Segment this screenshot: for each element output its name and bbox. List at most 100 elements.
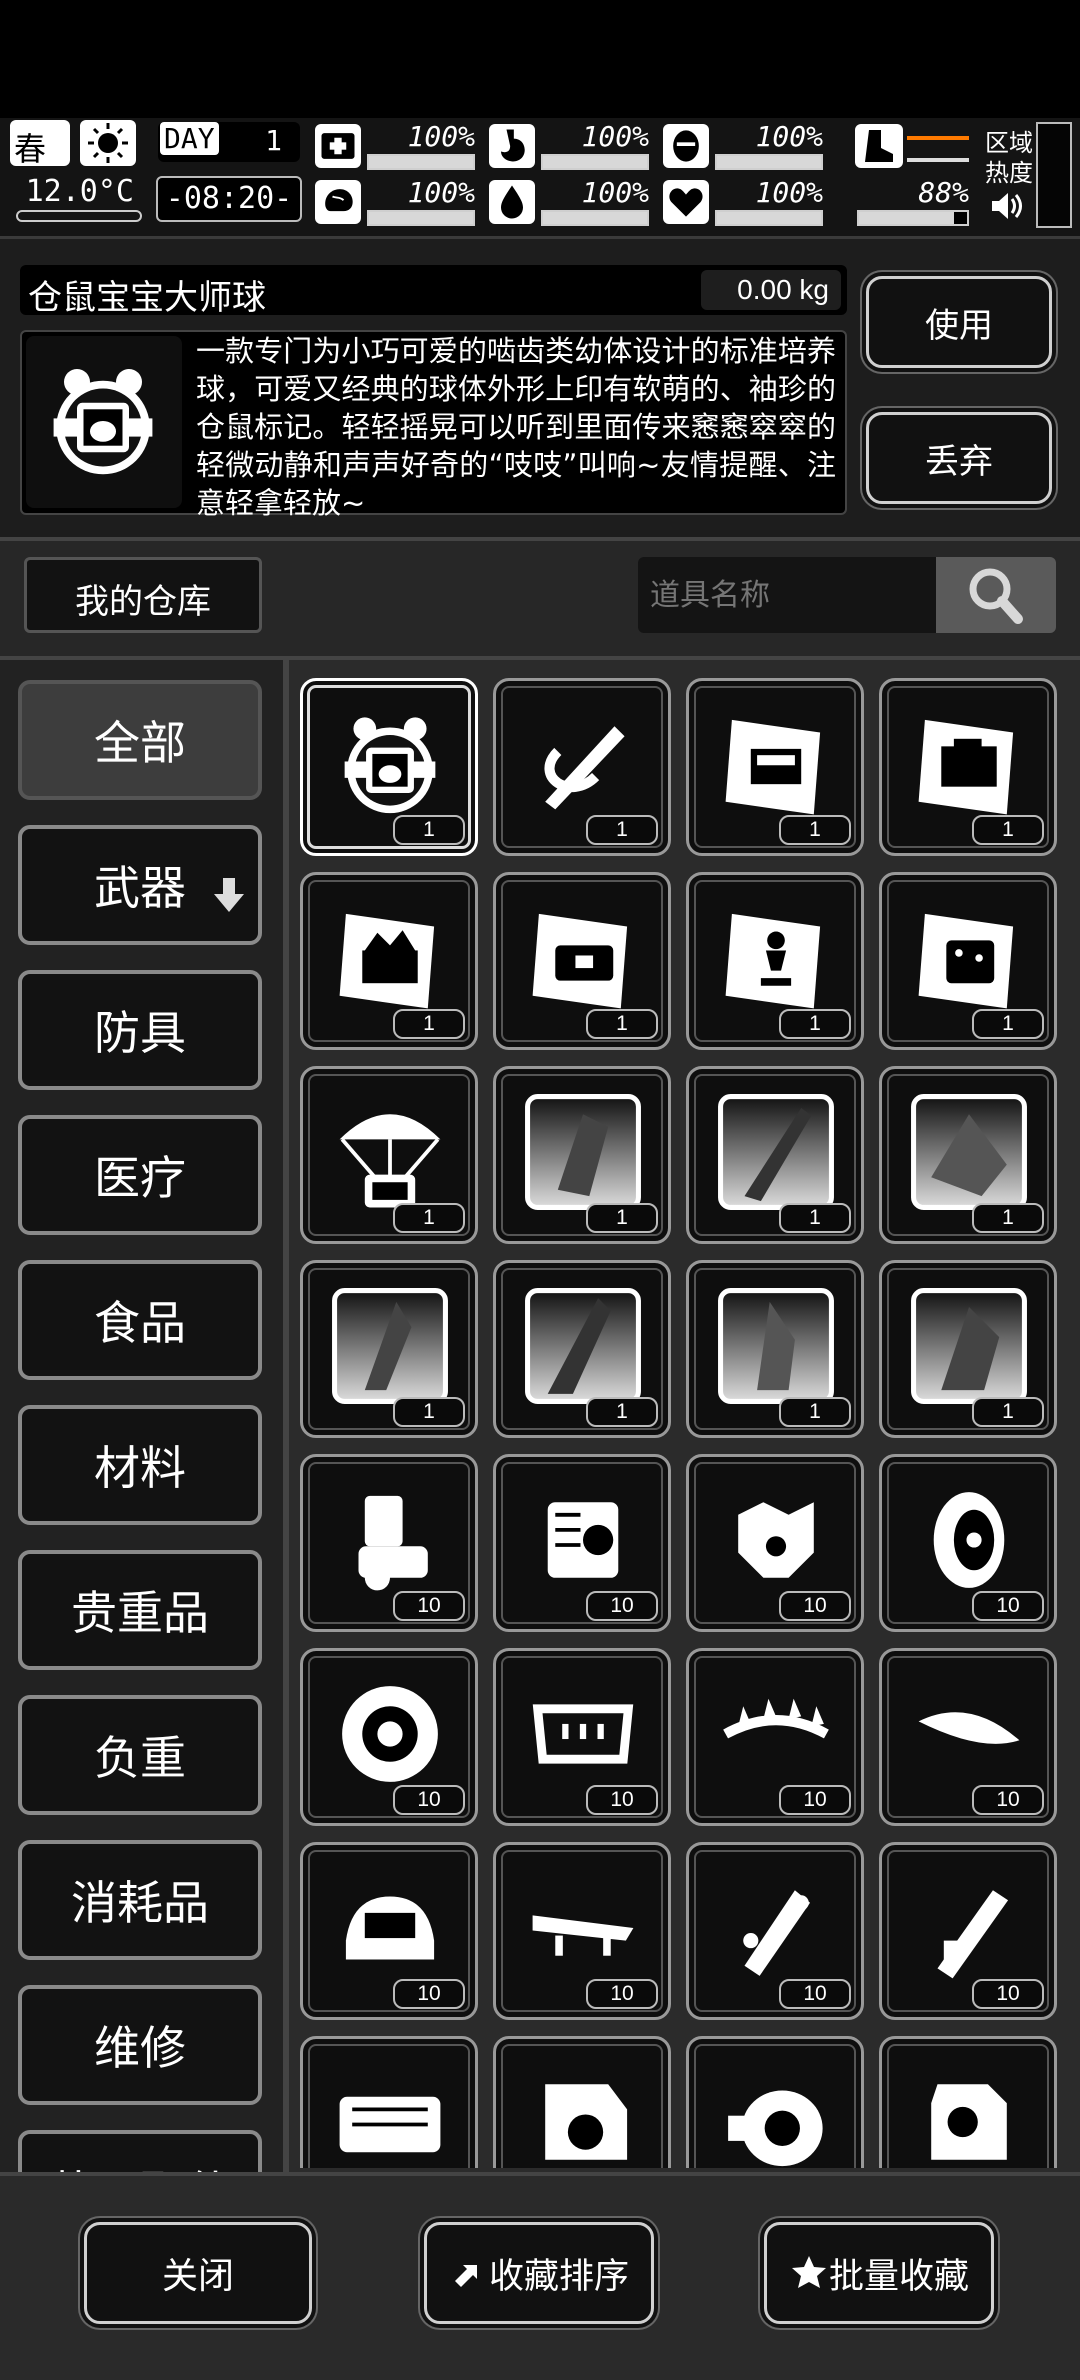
roof-box-icon [918,1712,1020,1744]
item-count: 1 [586,1009,658,1039]
item-slot[interactable]: 10 [686,1648,864,1826]
category-3[interactable]: 医疗 [18,1115,262,1235]
item-slot[interactable]: 10 [300,1842,478,2020]
blueprint-statue-icon [725,913,821,1009]
thermometer-icon [16,210,142,222]
category-label: 材料 [94,1441,186,1495]
spoiler-icon [532,1915,634,1956]
sort-arrows-icon [454,2265,477,2287]
chain-tire-icon [342,1686,438,1782]
batch-favorite-button[interactable]: 批量收藏 [764,2222,994,2324]
item-slot[interactable]: 1 [686,678,864,856]
warehouse-title-box: 我的仓库 [24,557,262,633]
item-slot[interactable]: 10 [686,1454,864,1632]
search-button[interactable] [936,557,1056,633]
sound-icon[interactable] [988,188,1024,224]
stat-bar [715,154,823,170]
area-heat-meter [1036,122,1072,228]
item-count: 1 [586,1203,658,1233]
category-9[interactable]: 维修 [18,1985,262,2105]
item-slot[interactable]: 10 [493,1842,671,2020]
item-count: 10 [586,1979,658,2009]
item-slot[interactable]: 1 [493,1066,671,1244]
item-slot[interactable]: 10 [879,1648,1057,1826]
day-label: DAY [160,122,219,155]
item-count: 1 [972,1397,1044,1427]
item-slot[interactable]: 1 [300,678,478,856]
stat-bar [367,154,475,170]
item-slot[interactable]: 10 [493,1648,671,1826]
item-slot[interactable]: 10 [879,1454,1057,1632]
blueprint-machine-icon [918,719,1014,815]
item-slot[interactable]: 10 [879,1842,1057,2020]
stat-value: 100% [755,120,823,153]
stat-stomach: 100% [489,118,657,174]
item-slot[interactable]: 1 [879,678,1057,856]
category-2[interactable]: 防具 [18,970,262,1090]
close-button[interactable]: 关闭 [84,2222,312,2324]
item-slot[interactable]: 10 [493,1454,671,1632]
item-slot[interactable]: 1 [493,872,671,1050]
item-slot[interactable]: 1 [686,872,864,1050]
spiked-bar-icon [723,1698,829,1739]
spike-skin-icon [525,1288,641,1404]
use-button[interactable]: 使用 [866,276,1052,368]
item-slot[interactable]: 10 [300,1454,478,1632]
status-bar: 春 12.0°C DAY 1 -08:20- 100% 100% 100% 100% 1… [0,118,1080,239]
item-slot[interactable]: 10 [686,1842,864,2020]
stats-panel: 100% 100% 100% 100% 100% 100% [315,118,860,236]
item-count: 10 [586,1591,658,1621]
item-slot[interactable]: 10 [300,2036,478,2168]
blueprint-chest-icon [725,719,821,815]
category-0[interactable]: 全部 [18,680,262,800]
favorite-sort-button[interactable]: 收藏排序 [424,2222,654,2324]
search-input[interactable] [638,557,936,633]
knight-skin-icon [911,1288,1027,1404]
category-7[interactable]: 负重 [18,1695,262,1815]
item-slot[interactable]: 10 [686,2036,864,2168]
car-skin-icon [525,1094,641,1210]
item-slot[interactable]: 1 [300,1066,478,1244]
use-button-label: 使用 [925,305,993,346]
item-count: 1 [393,1203,465,1233]
item-name: 仓鼠宝宝大师球 [28,278,266,318]
item-count: 10 [393,1591,465,1621]
brain-icon [315,180,361,224]
sun-icon [80,120,136,166]
category-6[interactable]: 贵重品 [18,1550,262,1670]
item-slot[interactable]: 1 [879,1066,1057,1244]
stat-helmet: 100% [663,118,831,174]
stat-value: 100% [581,176,649,209]
stat-value: 100% [407,176,475,209]
category-1[interactable]: 武器 [18,825,262,945]
heart-icon [663,180,709,224]
item-count: 10 [586,1785,658,1815]
category-10[interactable]: 装甲配件 [18,2130,262,2172]
item-slot[interactable]: 1 [300,872,478,1050]
warehouse-title: 我的仓库 [75,582,211,622]
item-slot[interactable]: 1 [493,1260,671,1438]
blueprint-box-icon [918,913,1014,1009]
temperature: 12.0°C [10,172,142,224]
item-slot[interactable]: 1 [686,1066,864,1244]
item-count: 10 [779,1591,851,1621]
item-slot[interactable]: 10 [493,2036,671,2168]
item-count: 1 [779,1397,851,1427]
item-slot[interactable]: 10 [879,2036,1057,2168]
item-slot[interactable]: 1 [300,1260,478,1438]
category-label: 医疗 [94,1151,186,1205]
discard-button[interactable]: 丢弃 [866,412,1052,504]
category-8[interactable]: 消耗品 [18,1840,262,1960]
item-slot[interactable]: 1 [686,1260,864,1438]
item-slot[interactable]: 1 [879,1260,1057,1438]
category-4[interactable]: 食品 [18,1260,262,1380]
weapon-skin-icon [718,1094,834,1210]
exhaust-icon [743,1890,811,1976]
item-slot[interactable]: 1 [493,678,671,856]
item-image [26,336,182,508]
motor-icon [728,2090,823,2167]
item-slot[interactable]: 10 [300,1648,478,1826]
item-count: 10 [972,1785,1044,1815]
category-5[interactable]: 材料 [18,1405,262,1525]
item-slot[interactable]: 1 [879,872,1057,1050]
